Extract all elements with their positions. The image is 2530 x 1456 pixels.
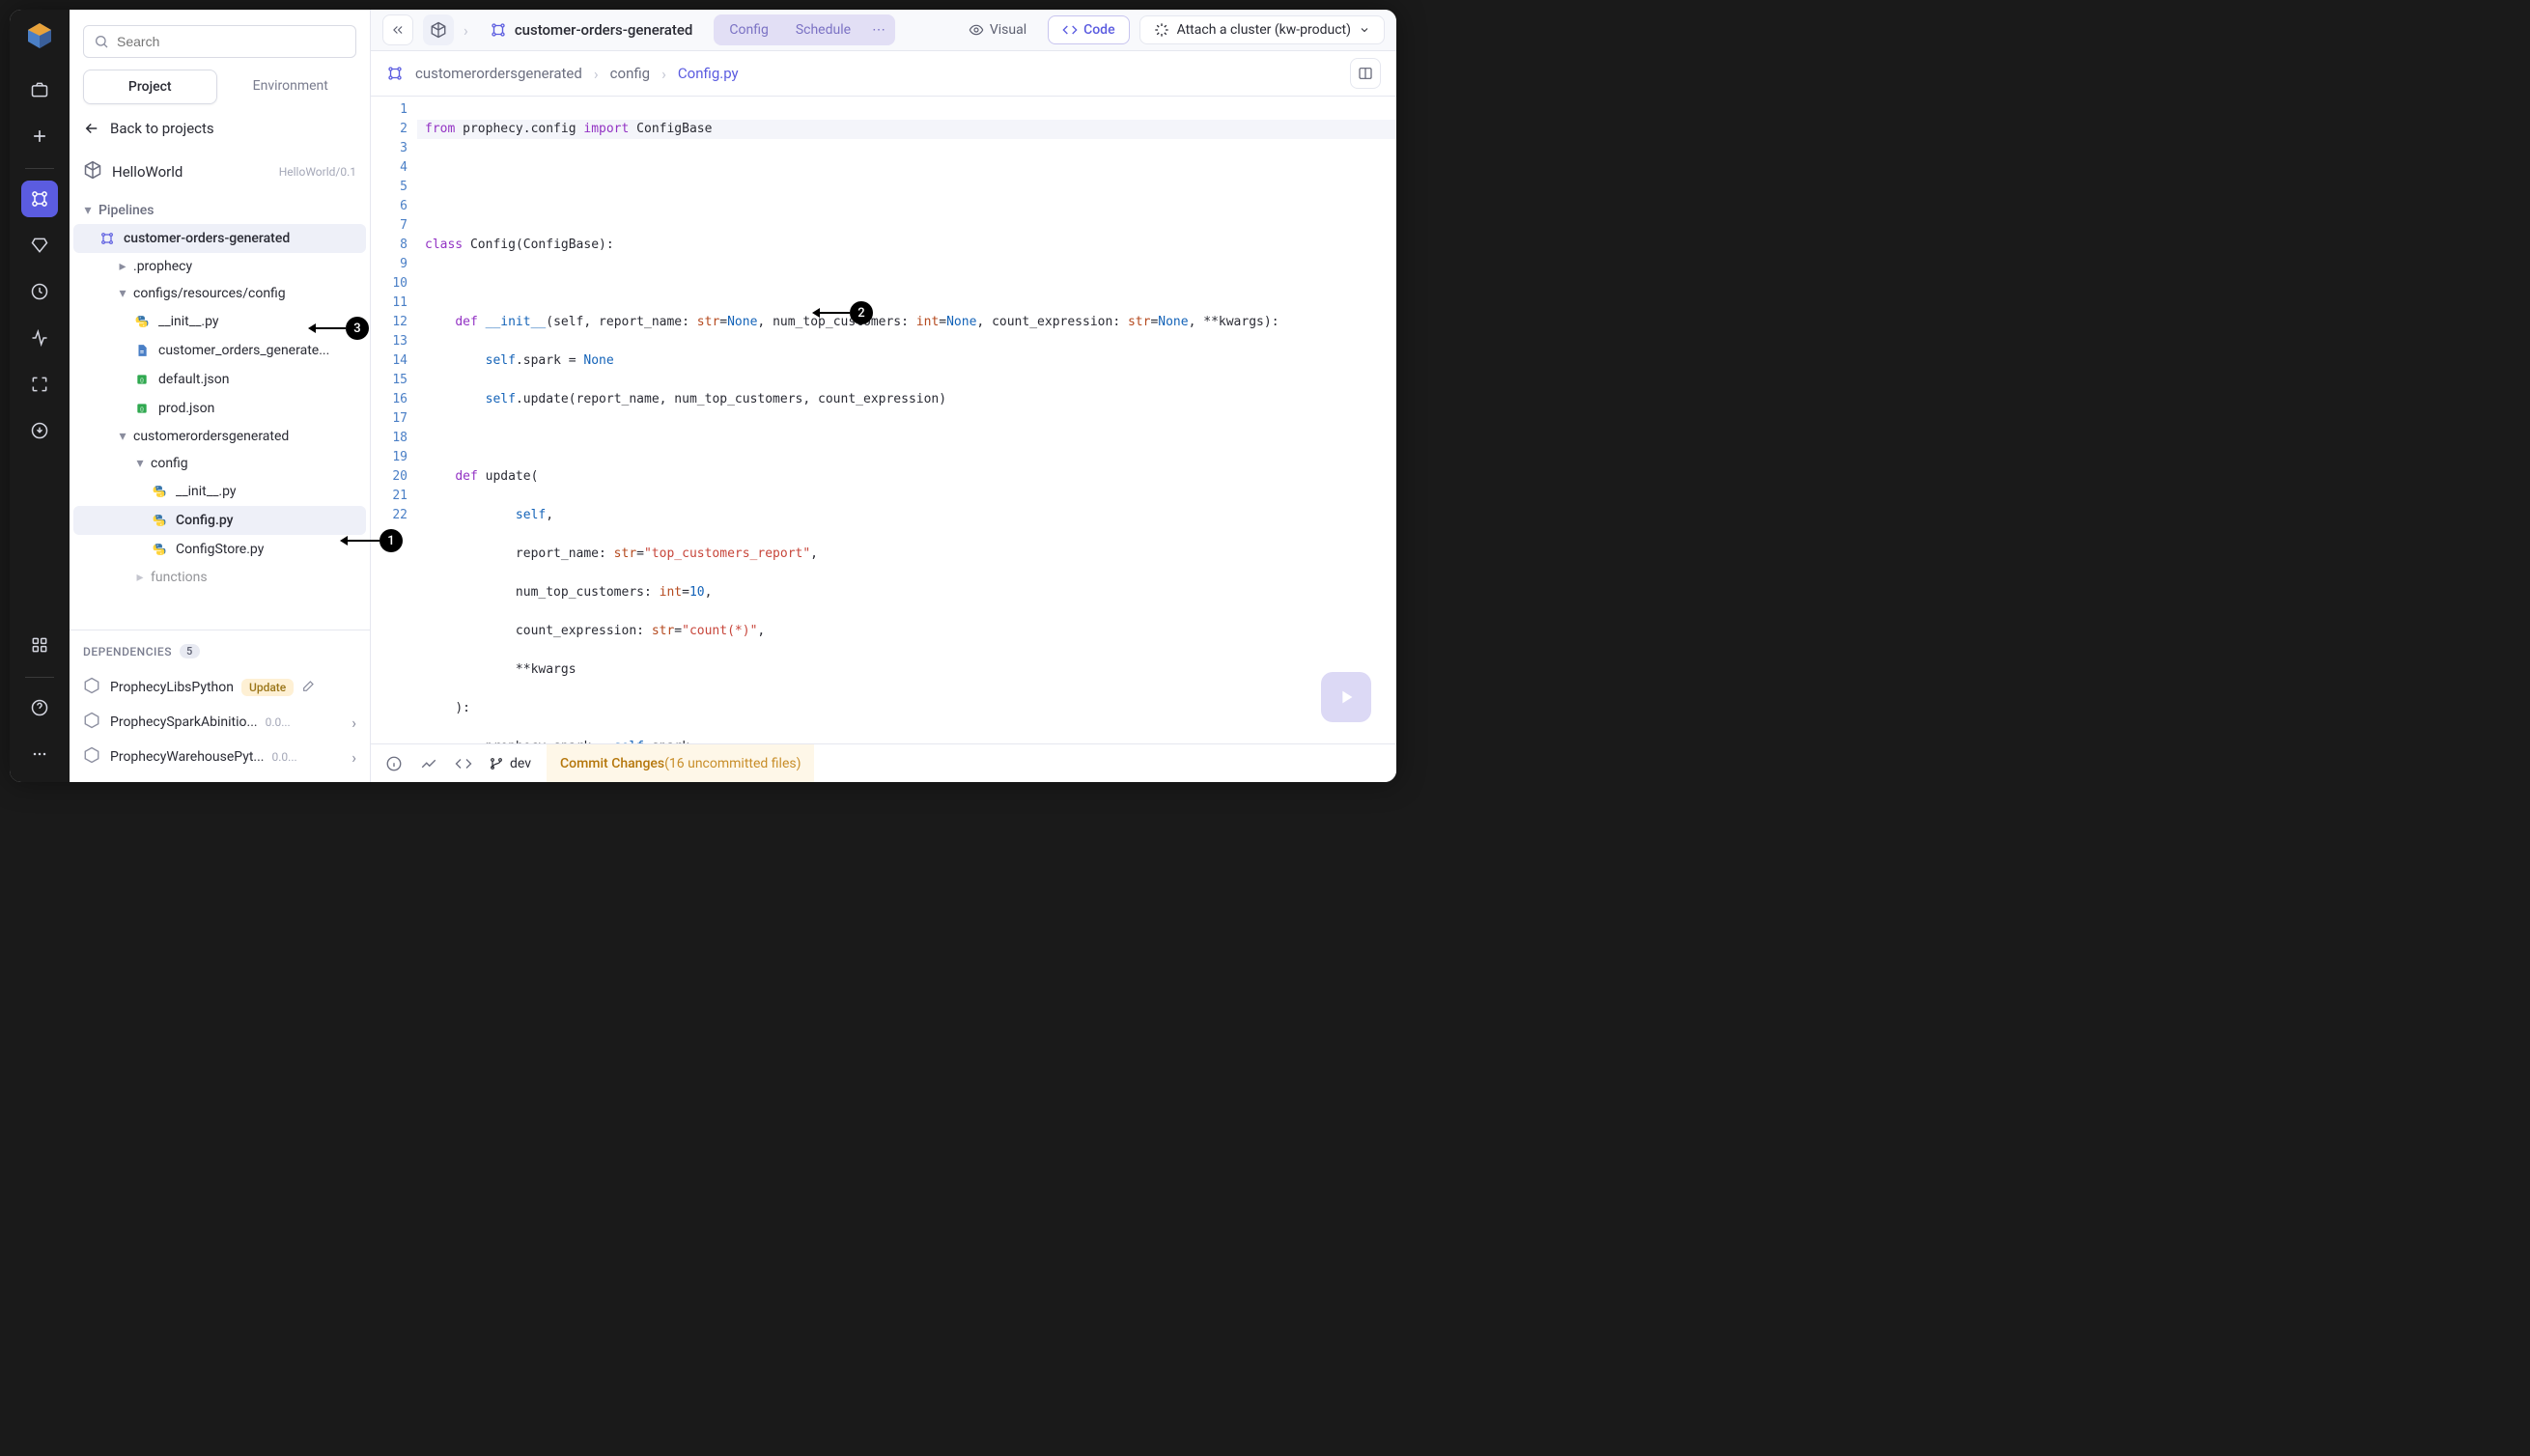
tree-init2[interactable]: __init__.py — [73, 477, 366, 506]
rail-grid-icon[interactable] — [21, 627, 58, 663]
python-icon — [151, 512, 168, 529]
rail-camera-icon[interactable] — [21, 71, 58, 108]
rail-pipeline-icon[interactable] — [21, 181, 58, 217]
deps-count: 5 — [180, 644, 200, 658]
pipeline-icon — [98, 230, 116, 247]
cube-button[interactable] — [423, 14, 454, 45]
tree-config-py[interactable]: Config.py — [73, 506, 366, 535]
bottombar: dev Commit Changes (16 uncommitted files… — [371, 743, 1396, 782]
update-badge[interactable]: Update — [241, 679, 294, 696]
tree-prod-json[interactable]: {} prod.json — [73, 394, 366, 423]
dep-libs-python[interactable]: ProphecyLibsPython Update — [83, 670, 356, 705]
annotation-1: 1 — [343, 529, 403, 552]
collapse-button[interactable] — [382, 14, 413, 45]
svg-text:{}: {} — [140, 406, 144, 412]
git-branch[interactable]: dev — [489, 756, 531, 771]
pencil-icon[interactable] — [301, 678, 317, 697]
python-icon — [133, 313, 151, 330]
json-icon: {} — [133, 371, 151, 388]
pill-more[interactable]: ⋯ — [864, 16, 893, 43]
python-icon — [151, 541, 168, 558]
info-icon[interactable] — [384, 755, 404, 772]
crumb-config[interactable]: config — [610, 65, 650, 82]
run-button[interactable] — [1321, 672, 1371, 722]
crumb-root[interactable]: customerordersgenerated — [415, 65, 582, 82]
tree-cog[interactable]: ▾ customerordersgenerated — [73, 423, 366, 450]
trend-icon[interactable] — [419, 755, 438, 772]
rail-clock-icon[interactable] — [21, 273, 58, 310]
sidebar: Project Environment Back to projects Hel… — [70, 10, 371, 782]
project-header[interactable]: HelloWorld HelloWorld/0.1 — [70, 154, 370, 197]
annotation-2: 2 — [815, 301, 873, 324]
icon-rail — [10, 10, 70, 782]
tree-configs[interactable]: ▾ configs/resources/config — [73, 280, 366, 307]
file-tree: ▾ Pipelines customer-orders-generated ▸ … — [70, 197, 370, 630]
rail-diamond-icon[interactable] — [21, 227, 58, 264]
tree-pipeline-item[interactable]: customer-orders-generated — [73, 224, 366, 253]
commit-changes-button[interactable]: Commit Changes (16 uncommitted files) — [547, 744, 814, 782]
tab-project[interactable]: Project — [83, 70, 217, 104]
hexagon-icon — [83, 746, 100, 768]
hexagon-icon — [83, 712, 100, 733]
app-window: Project Environment Back to projects Hel… — [10, 10, 1396, 782]
code-icon[interactable] — [454, 755, 473, 772]
dependencies-section: DEPENDENCIES 5 ProphecyLibsPython Update… — [70, 630, 370, 782]
chevron-right-icon: › — [351, 714, 356, 732]
split-view-button[interactable] — [1350, 58, 1381, 89]
rail-more-icon[interactable] — [21, 736, 58, 772]
dep-warehouse[interactable]: ProphecyWarehousePyt... 0.0... › — [83, 740, 356, 774]
chevron-right-icon: › — [351, 748, 356, 767]
main-content: › customer-orders-generated Config Sched… — [371, 10, 1396, 782]
json-icon: {} — [133, 400, 151, 417]
tree-default-json[interactable]: {} default.json — [73, 365, 366, 394]
tree-pipelines[interactable]: ▾ Pipelines — [73, 197, 366, 224]
code-editor[interactable]: 12345678910111213141516171819202122 from… — [371, 97, 1396, 743]
attach-cluster-button[interactable]: Attach a cluster (kw-product) — [1139, 15, 1385, 44]
pill-schedule[interactable]: Schedule — [782, 16, 864, 43]
topbar: › customer-orders-generated Config Sched… — [371, 10, 1396, 50]
cube-icon — [83, 160, 102, 183]
code-content[interactable]: from prophecy.config import ConfigBase c… — [417, 97, 1396, 743]
tree-functions[interactable]: ▸ functions — [73, 564, 366, 591]
pill-config[interactable]: Config — [716, 16, 781, 43]
hexagon-icon — [83, 677, 100, 698]
rail-help-icon[interactable] — [21, 689, 58, 726]
rail-expand-icon[interactable] — [21, 366, 58, 403]
app-logo — [25, 21, 54, 50]
rail-download-icon[interactable] — [21, 412, 58, 449]
rail-add-icon[interactable] — [21, 118, 58, 154]
crumb-file[interactable]: Config.py — [678, 65, 739, 82]
svg-text:{}: {} — [140, 378, 144, 383]
tree-configstore[interactable]: ConfigStore.py — [73, 535, 366, 564]
mode-pills: Config Schedule ⋯ — [714, 14, 895, 45]
tree-config-folder[interactable]: ▾ config — [73, 450, 366, 477]
tab-environment[interactable]: Environment — [225, 70, 357, 104]
back-to-projects[interactable]: Back to projects — [70, 120, 370, 154]
pipeline-title: customer-orders-generated — [478, 15, 705, 44]
code-view-button[interactable]: Code — [1048, 15, 1129, 44]
rail-activity-icon[interactable] — [21, 320, 58, 356]
search-input[interactable] — [83, 25, 356, 58]
breadcrumb: customerordersgenerated › config › Confi… — [371, 50, 1396, 97]
dep-spark-abinitio[interactable]: ProphecySparkAbinitio... 0.0... › — [83, 705, 356, 740]
visual-view-button[interactable]: Visual — [955, 15, 1040, 44]
python-icon — [151, 483, 168, 500]
annotation-3: 3 — [311, 317, 369, 340]
tree-cust-json[interactable]: customer_orders_generate... — [73, 336, 366, 365]
tree-prophecy[interactable]: ▸ .prophecy — [73, 253, 366, 280]
line-gutter: 12345678910111213141516171819202122 — [371, 97, 417, 743]
file-icon — [133, 342, 151, 359]
